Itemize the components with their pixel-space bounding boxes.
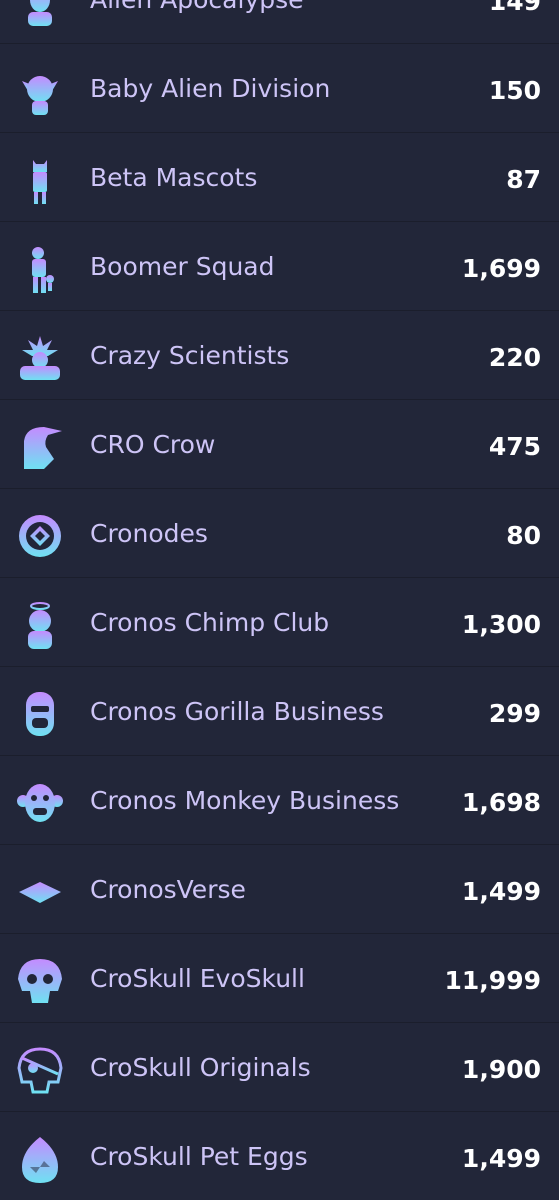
list-item-boomer-squad[interactable]: Boomer Squad 1,699 xyxy=(0,223,559,311)
collection-count: 87 xyxy=(506,165,541,194)
collection-name: Boomer Squad xyxy=(90,252,275,281)
collection-count: 1,499 xyxy=(461,877,541,906)
collection-name: CroSkull Pet Eggs xyxy=(90,1142,308,1171)
cronodes-coin-icon xyxy=(14,510,66,562)
collection-count: 11,999 xyxy=(444,966,541,995)
collection-count: 149 xyxy=(488,0,541,16)
collection-count: 1,300 xyxy=(461,610,541,639)
list-item-cronosverse[interactable]: CronosVerse 1,499 xyxy=(0,846,559,934)
egg-icon xyxy=(14,1133,66,1185)
list-item-croskull-pet-eggs[interactable]: CroSkull Pet Eggs 1,499 xyxy=(0,1113,559,1200)
list-item-croskull-evoskull[interactable]: CroSkull EvoSkull 11,999 xyxy=(0,935,559,1023)
pirate-skull-icon xyxy=(14,1044,66,1096)
collection-count: 1,699 xyxy=(461,254,541,283)
alien-bust-icon xyxy=(14,0,66,28)
collection-count: 1,499 xyxy=(461,1144,541,1173)
list-item-beta-mascots[interactable]: Beta Mascots 87 xyxy=(0,134,559,222)
list-item-cronodes[interactable]: Cronodes 80 xyxy=(0,490,559,578)
collection-name: CroSkull Originals xyxy=(90,1053,311,1082)
collection-count: 150 xyxy=(488,76,541,105)
list-item-alien-apocalypse[interactable]: Alien Apocalypse 149 xyxy=(0,0,559,44)
list-item-cronos-chimp-club[interactable]: Cronos Chimp Club 1,300 xyxy=(0,579,559,667)
chimp-halo-icon xyxy=(14,599,66,651)
collection-name: Alien Apocalypse xyxy=(90,0,304,44)
collection-list: Alien Apocalypse 149 Baby Alien Division… xyxy=(0,0,559,1200)
crow-icon xyxy=(14,421,66,473)
collection-name: Cronos Gorilla Business xyxy=(90,697,384,726)
list-item-cronos-monkey-business[interactable]: Cronos Monkey Business 1,698 xyxy=(0,757,559,845)
list-item-cronos-gorilla-business[interactable]: Cronos Gorilla Business 299 xyxy=(0,668,559,756)
collection-count: 475 xyxy=(488,432,541,461)
collection-name: Crazy Scientists xyxy=(90,341,290,370)
collection-name: Cronodes xyxy=(90,519,208,548)
collection-name: CroSkull EvoSkull xyxy=(90,964,305,993)
list-item-croskull-originals[interactable]: CroSkull Originals 1,900 xyxy=(0,1024,559,1112)
collection-count: 80 xyxy=(506,521,541,550)
list-item-cro-crow[interactable]: CRO Crow 475 xyxy=(0,401,559,489)
collection-name: Baby Alien Division xyxy=(90,74,331,103)
collection-name: Beta Mascots xyxy=(90,163,258,192)
list-item-crazy-scientists[interactable]: Crazy Scientists 220 xyxy=(0,312,559,400)
gorilla-icon xyxy=(14,688,66,740)
collection-name: CRO Crow xyxy=(90,430,216,459)
collection-name: Cronos Monkey Business xyxy=(90,786,400,815)
scientist-icon xyxy=(14,332,66,384)
collection-name: Cronos Chimp Club xyxy=(90,608,330,637)
baby-alien-icon xyxy=(14,65,66,117)
skull-icon xyxy=(14,955,66,1007)
mascot-figure-icon xyxy=(14,154,66,206)
collection-count: 299 xyxy=(488,699,541,728)
monkey-icon xyxy=(14,777,66,829)
list-item-baby-alien-division[interactable]: Baby Alien Division 150 xyxy=(0,45,559,133)
collection-count: 1,900 xyxy=(461,1055,541,1084)
diamond-icon xyxy=(14,866,66,918)
collection-count: 220 xyxy=(488,343,541,372)
collection-count: 1,698 xyxy=(461,788,541,817)
boomer-figure-icon xyxy=(14,243,66,295)
collection-name: CronosVerse xyxy=(90,875,246,904)
